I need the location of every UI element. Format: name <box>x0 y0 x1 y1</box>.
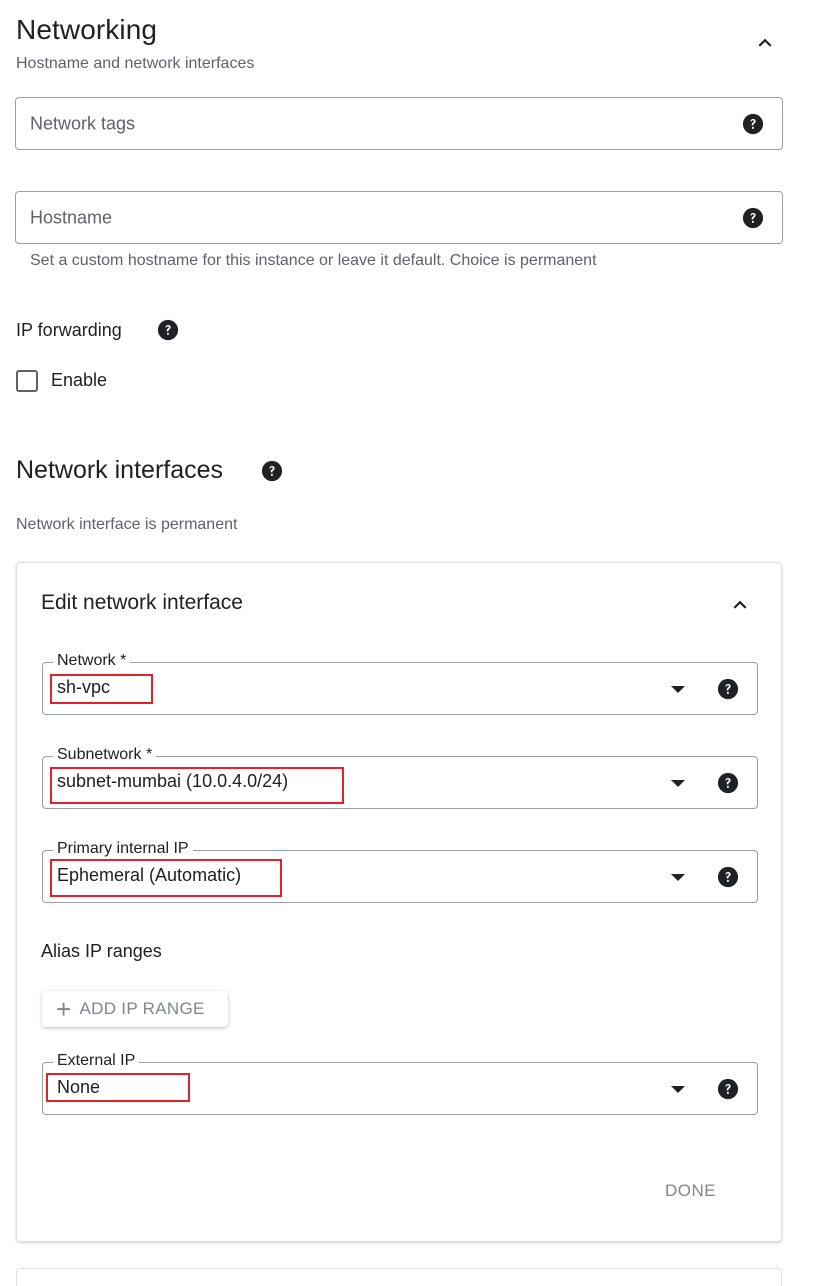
hostname-hint: Set a custom hostname for this instance … <box>30 252 597 269</box>
help-icon[interactable] <box>717 866 739 888</box>
caret-down-icon[interactable] <box>671 780 685 787</box>
external-ip-label: External IP <box>53 1052 140 1070</box>
add-ip-range-label: ADD IP RANGE <box>79 999 205 1018</box>
ip-forwarding-checkbox-label[interactable]: Enable <box>51 370 107 391</box>
caret-down-icon[interactable] <box>671 1086 685 1093</box>
chevron-up-icon <box>758 38 772 47</box>
network-interfaces-title: Network interfaces <box>16 456 224 484</box>
edit-interface-collapse-button[interactable] <box>724 589 756 621</box>
edit-network-interface-card: Edit network interface Network * sh-vpc … <box>16 562 782 1242</box>
network-tags-placeholder: Network tags <box>30 113 136 133</box>
add-ip-range-button[interactable]: + ADD IP RANGE <box>42 991 228 1027</box>
network-label: Network * <box>53 652 131 670</box>
primary-internal-ip-label: Primary internal IP <box>53 840 193 858</box>
edit-interface-title: Edit network interface <box>41 591 243 614</box>
next-card-edge <box>16 1268 782 1286</box>
hostname-placeholder: Hostname <box>30 207 113 227</box>
highlight-box <box>46 1073 190 1102</box>
help-icon[interactable] <box>742 113 764 135</box>
highlight-box <box>50 767 344 804</box>
done-button[interactable]: DONE <box>665 1181 716 1201</box>
networking-collapse-button[interactable] <box>749 27 781 59</box>
caret-down-icon[interactable] <box>671 874 685 881</box>
ip-forwarding-checkbox[interactable] <box>16 370 38 392</box>
chevron-up-icon <box>733 600 747 609</box>
networking-subtitle: Hostname and network interfaces <box>16 55 255 72</box>
network-tags-input[interactable]: Network tags <box>15 97 783 150</box>
help-icon[interactable] <box>157 319 179 341</box>
highlight-box <box>50 859 282 897</box>
networking-title: Networking <box>16 14 158 45</box>
help-icon[interactable] <box>717 678 739 700</box>
ip-forwarding-label: IP forwarding <box>16 320 122 340</box>
alias-ip-ranges-label: Alias IP ranges <box>41 941 162 961</box>
help-icon[interactable] <box>742 207 764 229</box>
help-icon[interactable] <box>717 1078 739 1100</box>
caret-down-icon[interactable] <box>671 686 685 693</box>
hostname-input[interactable]: Hostname <box>15 191 783 244</box>
plus-icon: + <box>56 994 72 1024</box>
subnetwork-label: Subnetwork * <box>53 746 157 764</box>
network-interfaces-hint: Network interface is permanent <box>16 516 238 533</box>
help-icon[interactable] <box>717 772 739 794</box>
help-icon[interactable] <box>261 460 283 482</box>
highlight-box <box>50 674 153 704</box>
